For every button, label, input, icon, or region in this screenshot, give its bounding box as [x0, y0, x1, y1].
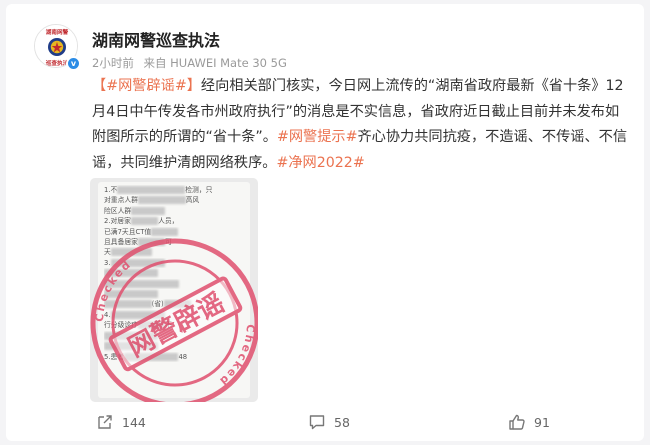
avatar-text-top: 湖南网警: [46, 28, 69, 36]
post-image[interactable]: 1.不 检测，只 对重点人群 高风 险区人群 2.对居家 人员， 已满7天且CT值 且…: [90, 178, 258, 402]
share-button[interactable]: 144: [96, 413, 146, 431]
like-count: 91: [534, 414, 550, 430]
account-name[interactable]: 湖南网警巡查执法: [92, 27, 220, 51]
thumbs-up-icon: [509, 414, 525, 430]
hashtag-net[interactable]: #净网2022#: [276, 155, 364, 171]
post-meta: 2小时前 来自 HUAWEI Mate 30 5G: [92, 55, 293, 71]
comment-icon: [309, 415, 325, 430]
doc-line: 对重点人群 高风: [104, 196, 200, 205]
action-bar: 144 58 91: [6, 404, 644, 441]
doc-line: 险区人群: [104, 206, 244, 216]
verified-badge-icon: v: [66, 56, 81, 71]
hashtag-rumor[interactable]: 【#网警辟谣#】: [92, 78, 201, 94]
share-icon: [98, 415, 112, 429]
share-count: 144: [122, 414, 146, 430]
weibo-post-card: 湖南网警 巡查执法 v 湖南网警巡查执法 2小时前 来自 HUAWEI Mate…: [6, 4, 644, 441]
doc-line: 2.对居家 人员，: [104, 217, 179, 226]
post-body: 【#网警辟谣#】经向相关部门核实，今日网上流传的“湖南省政府最新《省十条》12月…: [92, 74, 632, 176]
hashtag-tip[interactable]: #网警提示#: [277, 129, 358, 145]
comment-button[interactable]: 58: [308, 413, 350, 431]
doc-line: 1.不 检测，只: [104, 186, 213, 194]
rumor-stamp: Checked Checked 网警辟谣: [90, 228, 258, 402]
comment-count: 58: [334, 414, 350, 430]
post-time: 2小时前: [92, 56, 134, 70]
like-button[interactable]: 91: [508, 413, 550, 431]
post-source: 来自 HUAWEI Mate 30 5G: [143, 56, 287, 70]
